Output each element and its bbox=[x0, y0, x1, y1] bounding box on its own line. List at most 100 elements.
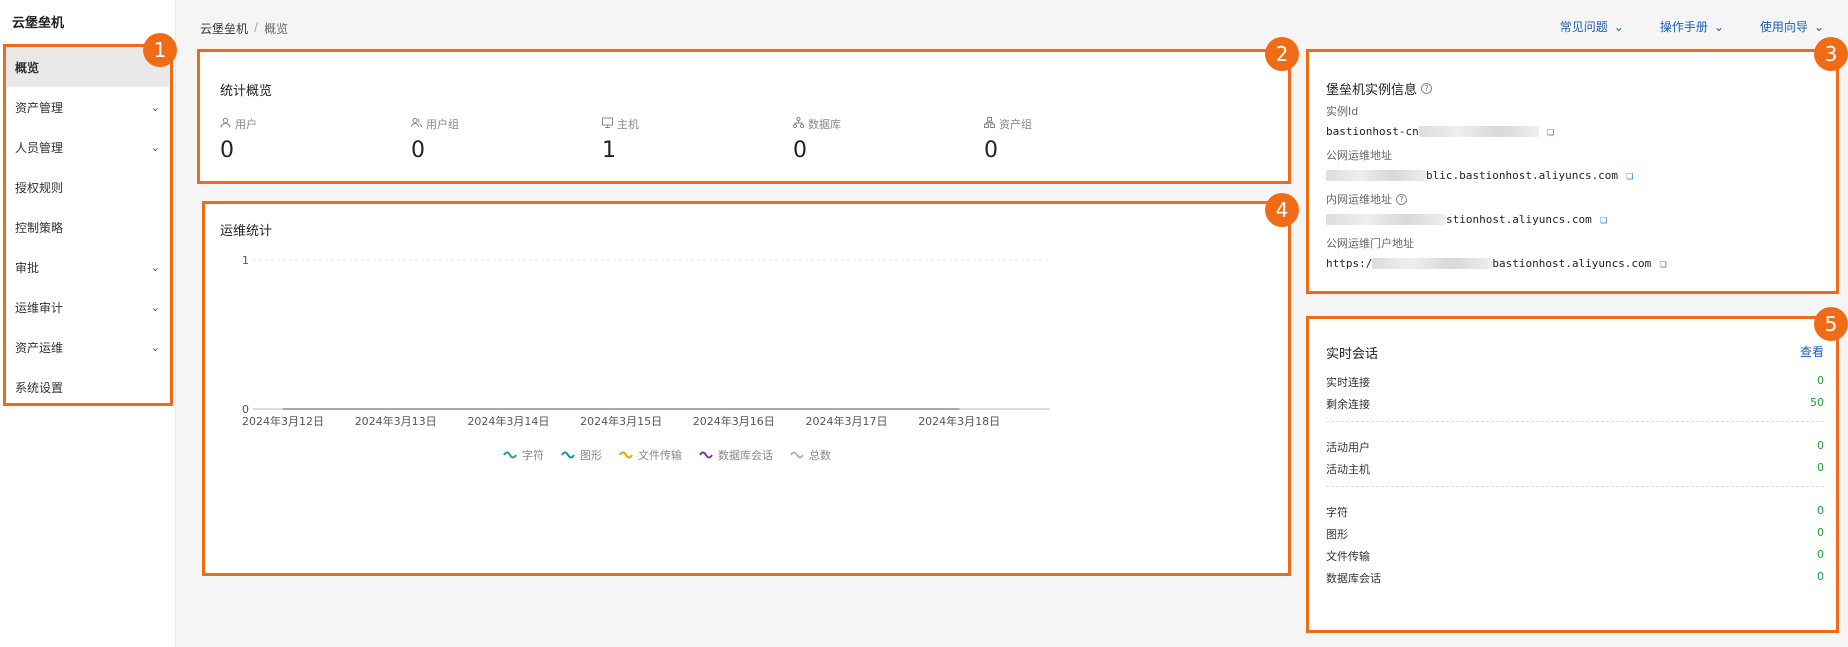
asset-group-icon bbox=[984, 117, 995, 131]
public-address-value: blic.bastionhost.aliyuncs.com bbox=[1426, 168, 1619, 182]
live-row-character: 字符 0 bbox=[1326, 504, 1824, 520]
ops-chart: 012024年3月12日 2024年3月13日 2024年3月14日 2024年3月1… bbox=[242, 254, 1050, 462]
x-tick-label: 2024年3月18日 bbox=[918, 414, 1000, 428]
chevron-down-icon: ⌄ bbox=[150, 340, 160, 354]
copy-icon[interactable]: ❏ bbox=[1547, 124, 1554, 138]
help-icon[interactable]: ? bbox=[1396, 193, 1407, 205]
sidebar-item-label: 审批 bbox=[15, 260, 40, 275]
stat-label: 主机 bbox=[617, 118, 639, 131]
instance-id-value: bastionhost-cn bbox=[1326, 124, 1419, 138]
sidebar-item-asset-management[interactable]: 资产管理 ⌄ bbox=[6, 87, 170, 127]
manual-link[interactable]: 操作手册 ⌄ bbox=[1660, 18, 1724, 35]
stat-value: 0 bbox=[793, 138, 807, 163]
stat-label: 资产组 bbox=[999, 118, 1032, 131]
help-icon[interactable]: ? bbox=[1421, 83, 1433, 94]
chevron-down-icon: ⌄ bbox=[150, 300, 160, 314]
breadcrumb: 云堡垒机 / 概览 bbox=[200, 20, 288, 37]
live-row-active-users: 活动用户 0 bbox=[1326, 439, 1824, 455]
portal-address-prefix: https:/ bbox=[1326, 256, 1373, 270]
guide-link-label: 使用向导 bbox=[1759, 20, 1808, 34]
x-tick-label: 2024年3月12日 bbox=[242, 414, 324, 428]
stats-title: 统计概览 bbox=[220, 84, 273, 99]
legend-swatch bbox=[619, 451, 633, 459]
stats-overview-panel: 统计概览 用户 0 用户组 0 主机 1 数据库 0 资产组 0 bbox=[197, 49, 1291, 184]
chevron-down-icon: ⌄ bbox=[150, 100, 160, 114]
sidebar-item-ops-audit[interactable]: 运维审计 ⌄ bbox=[6, 287, 170, 327]
sidebar-item-label: 控制策略 bbox=[15, 220, 64, 235]
user-icon bbox=[220, 117, 231, 131]
private-address-row: 内网运维地址? stionhost.aliyuncs.com ❏ bbox=[1326, 191, 1607, 226]
breadcrumb-root[interactable]: 云堡垒机 bbox=[200, 20, 248, 37]
chevron-down-icon: ⌄ bbox=[1613, 19, 1624, 34]
instance-title-text: 堡垒机实例信息 bbox=[1326, 83, 1418, 98]
legend-label: 总数 bbox=[809, 448, 831, 462]
live-row-value: 0 bbox=[1817, 504, 1824, 517]
stat-value: 0 bbox=[984, 138, 998, 163]
live-row-label: 剩余连接 bbox=[1326, 398, 1370, 411]
faq-link-label: 常见问题 bbox=[1559, 20, 1608, 34]
copy-icon[interactable]: ❏ bbox=[1600, 212, 1607, 226]
redacted-text bbox=[1418, 126, 1539, 137]
stat-hosts: 主机 1 bbox=[602, 116, 639, 163]
live-row-label: 数据库会话 bbox=[1326, 572, 1381, 585]
live-row-value: 0 bbox=[1817, 374, 1824, 387]
sidebar-menu: 概览 资产管理 ⌄ 人员管理 ⌄ 授权规则 控制策略 审批 ⌄ 运维审计 ⌄ 资产运维 ⌄… bbox=[3, 44, 173, 406]
sidebar-item-control-policy[interactable]: 控制策略 bbox=[6, 207, 170, 247]
public-address-row: 公网运维地址 blic.bastionhost.aliyuncs.com ❏ bbox=[1326, 147, 1633, 182]
sidebar-item-label: 资产运维 bbox=[15, 340, 64, 355]
live-sessions-panel: 实时会话 查看 实时连接 0 剩余连接 50 活动用户 0 活动主机 0 字符 0 图形 0… bbox=[1306, 316, 1839, 633]
sidebar-item-asset-ops[interactable]: 资产运维 ⌄ bbox=[6, 327, 170, 367]
sidebar-item-label: 资产管理 bbox=[15, 100, 64, 115]
monitor-icon bbox=[602, 117, 613, 131]
divider bbox=[1326, 486, 1824, 487]
sidebar-item-label: 人员管理 bbox=[15, 140, 64, 155]
portal-address-suffix: bastionhost.aliyuncs.com bbox=[1492, 256, 1652, 270]
x-tick-label: 2024年3月17日 bbox=[806, 414, 888, 428]
legend-label: 文件传输 bbox=[638, 448, 682, 462]
legend-swatch bbox=[561, 451, 575, 459]
copy-icon[interactable]: ❏ bbox=[1659, 256, 1666, 270]
live-title: 实时会话 bbox=[1326, 347, 1379, 362]
legend-label: 图形 bbox=[580, 449, 602, 462]
view-link[interactable]: 查看 bbox=[1800, 343, 1824, 360]
live-row-value: 0 bbox=[1817, 548, 1824, 561]
live-row-value: 0 bbox=[1817, 439, 1824, 452]
legend-label: 字符 bbox=[522, 448, 544, 462]
stat-value: 0 bbox=[220, 138, 234, 163]
chevron-down-icon: ⌄ bbox=[150, 260, 160, 274]
faq-link[interactable]: 常见问题 ⌄ bbox=[1560, 18, 1624, 35]
live-row-label: 字符 bbox=[1326, 506, 1348, 519]
y-tick-label: 1 bbox=[242, 254, 249, 267]
live-row-value: 0 bbox=[1817, 570, 1824, 583]
instance-info-panel: 堡垒机实例信息? 实例Id bastionhost-cn ❏ 公网运维地址 bli… bbox=[1306, 49, 1839, 294]
stat-label: 用户组 bbox=[426, 118, 459, 131]
sidebar-item-approval[interactable]: 审批 ⌄ bbox=[6, 247, 170, 287]
stat-label: 数据库 bbox=[808, 118, 841, 131]
chevron-down-icon: ⌄ bbox=[1813, 19, 1824, 34]
sidebar-item-personnel-management[interactable]: 人员管理 ⌄ bbox=[6, 127, 170, 167]
live-row-value: 0 bbox=[1817, 526, 1824, 539]
copy-icon[interactable]: ❏ bbox=[1626, 168, 1633, 182]
sidebar-item-label: 系统设置 bbox=[15, 380, 64, 395]
public-address-label: 公网运维地址 bbox=[1326, 149, 1392, 162]
callout-marker-3: 3 bbox=[1814, 37, 1848, 71]
live-row-label: 图形 bbox=[1326, 528, 1348, 541]
portal-address-label: 公网运维门户地址 bbox=[1326, 237, 1414, 250]
live-row-file-transfer: 文件传输 0 bbox=[1326, 548, 1824, 564]
divider bbox=[1326, 421, 1824, 422]
live-row-label: 活动主机 bbox=[1326, 463, 1370, 476]
instance-title: 堡垒机实例信息? bbox=[1326, 79, 1433, 98]
guide-link[interactable]: 使用向导 ⌄ bbox=[1760, 18, 1824, 35]
user-group-icon bbox=[411, 117, 422, 131]
sidebar-item-label: 授权规则 bbox=[15, 180, 64, 195]
stat-value: 0 bbox=[411, 138, 425, 163]
app-title: 云堡垒机 bbox=[12, 16, 65, 31]
sidebar-item-system-settings[interactable]: 系统设置 bbox=[6, 367, 170, 407]
stat-user-groups: 用户组 0 bbox=[411, 116, 459, 163]
stat-users: 用户 0 bbox=[220, 116, 257, 163]
breadcrumb-separator: / bbox=[254, 20, 259, 34]
live-row-graphic: 图形 0 bbox=[1326, 526, 1824, 542]
ops-statistics-panel: 运维统计 0 1 2024年3月12日 2024年3月13日 2024年3月14日 202… bbox=[202, 201, 1291, 576]
sidebar-item-authorization-rules[interactable]: 授权规则 bbox=[6, 167, 170, 207]
portal-address-row: 公网运维门户地址 https:/ bastionhost.aliyuncs.com… bbox=[1326, 235, 1667, 270]
